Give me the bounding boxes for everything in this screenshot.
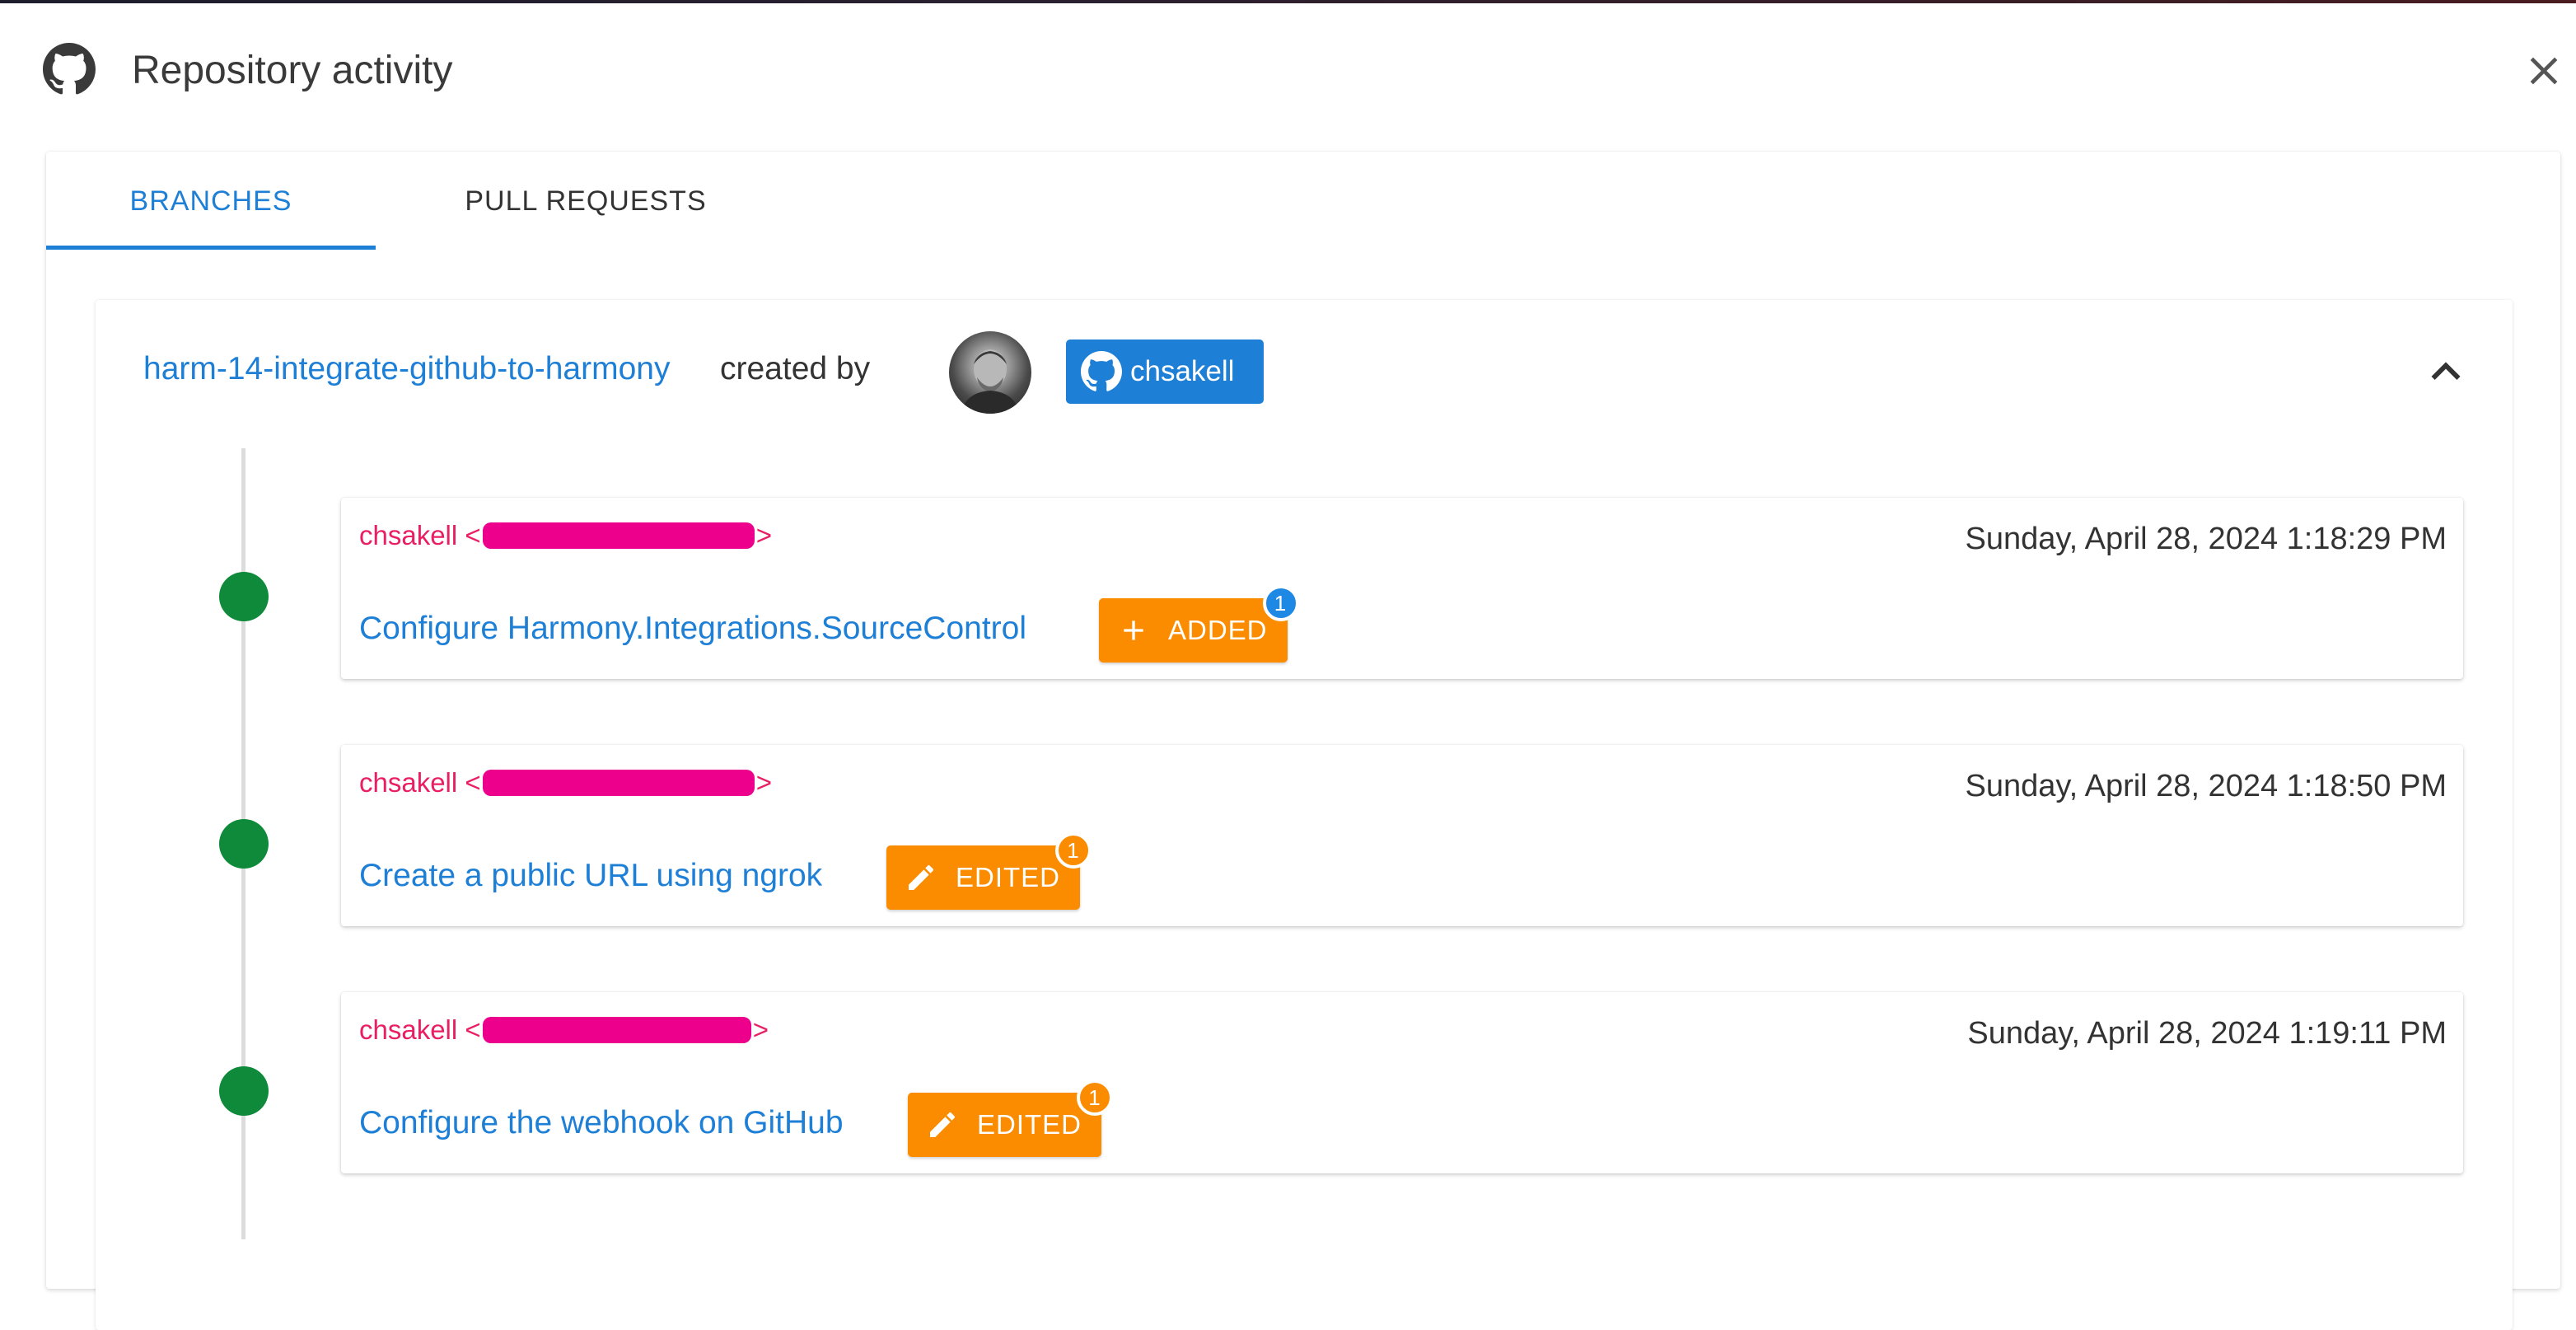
pencil-icon [930,1112,956,1137]
count-badge: 1 [1077,1079,1114,1116]
close-icon[interactable] [2521,48,2567,94]
author-name: chsakell [359,520,458,550]
github-icon [43,43,96,96]
user-chip[interactable]: chsakell [1066,340,1264,404]
active-tab-indicator [46,246,376,250]
tab-branches[interactable]: BRANCHES [46,152,376,251]
redacted-email [482,522,755,550]
avatar [949,331,1031,414]
author-email-close: > [755,767,772,798]
commit-message-link[interactable]: Create a public URL using ngrok [359,857,822,895]
author-name: chsakell [359,767,458,798]
chevron-up-icon[interactable] [2417,343,2475,400]
timeline-dot [219,572,269,621]
pencil-icon [909,864,934,890]
commit-date: Sunday, April 28, 2024 1:18:50 PM [1965,769,2447,803]
commit-author: chsakell < > [359,519,772,552]
author-email-close: > [755,520,772,550]
commit-date: Sunday, April 28, 2024 1:19:11 PM [1967,1016,2447,1051]
commit-card: chsakell < > Sunday, April 28, 2024 1:19:… [341,992,2463,1173]
edited-badge[interactable]: EDITED 1 [908,1079,1114,1157]
author-email-open: < [465,1014,481,1045]
badge-label: ADDED [1168,615,1268,645]
activity-tabs-card: BRANCHES PULL REQUESTS harm-14-integrate… [46,152,2560,1330]
count-badge: 1 [1262,585,1299,621]
commit-author: chsakell < > [359,1014,769,1047]
commit-card: chsakell < > Sunday, April 28, 2024 1:18:… [341,745,2463,926]
timeline-dot [219,1066,269,1116]
author-name: chsakell [359,1014,458,1045]
dialog-header: Repository activity [0,3,2576,140]
commit-message-link[interactable]: Configure the webhook on GitHub [359,1104,844,1142]
tab-pull-requests[interactable]: PULL REQUESTS [376,152,796,251]
commit-message-link[interactable]: Configure Harmony.Integrations.SourceCon… [359,610,1026,648]
count-badge: 1 [1055,832,1092,869]
branch-name-link[interactable]: harm-14-integrate-github-to-harmony [143,349,670,389]
added-badge[interactable]: ADDED 1 [1099,585,1299,663]
plus-icon [1124,621,1143,640]
author-email-close: > [752,1014,769,1045]
edited-badge[interactable]: EDITED 1 [886,832,1092,910]
created-by-label: created by [720,351,871,386]
redacted-email [482,770,755,797]
commit-card: chsakell < > Sunday, April 28, 2024 1:18:… [341,498,2463,679]
github-icon [1081,351,1122,391]
redacted-email [482,1017,751,1044]
dialog-title: Repository activity [132,49,453,92]
author-email-open: < [465,767,481,798]
tab-bar: BRANCHES PULL REQUESTS [46,152,2560,251]
author-email-open: < [465,520,481,550]
commit-author: chsakell < > [359,766,772,799]
branch-panel: harm-14-integrate-github-to-harmony crea… [96,300,2513,1330]
user-chip-label: chsakell [1130,355,1235,387]
commit-date: Sunday, April 28, 2024 1:18:29 PM [1965,522,2447,556]
badge-label: EDITED [977,1109,1082,1140]
badge-label: EDITED [956,862,1061,892]
timeline-dot [219,819,269,869]
